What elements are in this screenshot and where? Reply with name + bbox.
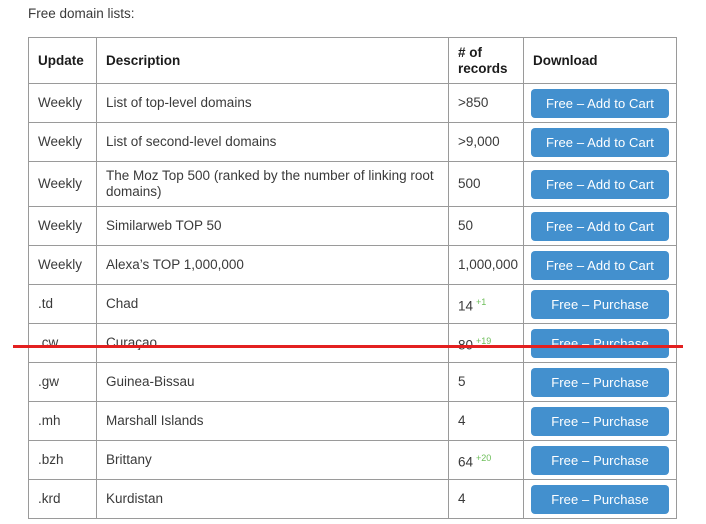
cell-records: 4 — [448, 479, 524, 519]
records-value: 1,000,000 — [458, 257, 519, 272]
cell-update: Weekly — [28, 122, 97, 162]
table-row: .td Chad 14 +1 Free – Purchase — [28, 284, 677, 324]
table-row: Weekly Alexa’s TOP 1,000,000 1,000,000 Free… — [28, 245, 677, 285]
records-value: 5 — [458, 374, 466, 389]
cell-records: 5 — [448, 362, 524, 402]
cell-download: Free – Add to Cart — [523, 206, 677, 246]
cell-records: >9,000 — [448, 122, 524, 162]
cell-description: Kurdistan — [96, 479, 449, 519]
column-header-update: Update — [28, 37, 97, 84]
download-button[interactable]: Free – Purchase — [531, 445, 669, 475]
records-value: 64 — [458, 454, 474, 470]
table-row: .cwCuraçao80+19Free – Purchase — [28, 323, 677, 363]
column-header-description: Description — [96, 37, 449, 84]
table-row: Weekly Similarweb TOP 50 50 Free – Add to C… — [28, 206, 677, 246]
cell-records: 500 — [448, 161, 524, 207]
cell-description: Guinea-Bissau — [96, 362, 449, 402]
cell-records: 14 +1 — [448, 284, 524, 324]
records-delta-badge: +20 — [476, 452, 492, 463]
cell-records: 64 +20 — [448, 440, 524, 480]
cell-description: Brittany — [96, 440, 449, 480]
cell-update: .td — [28, 284, 97, 324]
cell-description: The Moz Top 500 (ranked by the number of… — [96, 161, 449, 207]
download-button[interactable]: Free – Add to Cart — [531, 127, 669, 157]
cell-update: Weekly — [28, 161, 97, 207]
table-row: .krd Kurdistan 4 Free – Purchase — [28, 479, 677, 519]
records-value: >850 — [458, 95, 489, 110]
table-row: Weekly List of top-level domains >850 Free … — [28, 83, 677, 123]
table-header: Update Description # of records Download — [28, 37, 677, 84]
column-header-download: Download — [523, 37, 677, 84]
download-button[interactable]: Free – Add to Cart — [531, 211, 669, 241]
cell-description: List of top-level domains — [96, 83, 449, 123]
download-button[interactable]: Free – Purchase — [531, 367, 669, 397]
cell-update: Weekly — [28, 206, 97, 246]
table-row: .bzh Brittany 64 +20 Free – Purchase — [28, 440, 677, 480]
cell-description: List of second-level domains — [96, 122, 449, 162]
records-delta-badge: +1 — [476, 296, 487, 307]
cell-download: Free – Purchase — [523, 440, 677, 480]
cell-description: Alexa’s TOP 1,000,000 — [96, 245, 449, 285]
cell-download: Free – Add to Cart — [523, 161, 677, 207]
cell-records: 50 — [448, 206, 524, 246]
cell-download: Free – Purchase — [523, 401, 677, 441]
download-button[interactable]: Free – Add to Cart — [531, 169, 669, 199]
download-button[interactable]: Free – Add to Cart — [531, 250, 669, 280]
download-button[interactable]: Free – Purchase — [531, 406, 669, 436]
table-row: .mh Marshall Islands 4 Free – Purchase — [28, 401, 677, 441]
cell-records: 80+19 — [448, 323, 524, 363]
cell-update: .mh — [28, 401, 97, 441]
cell-description: Marshall Islands — [96, 401, 449, 441]
cell-update: .cw — [28, 323, 97, 363]
cell-download: Free – Add to Cart — [523, 245, 677, 285]
records-value: 4 — [458, 413, 466, 428]
cell-download: Free – Purchase — [523, 362, 677, 402]
cell-update: .krd — [28, 479, 97, 519]
cell-description: Curaçao — [96, 323, 449, 363]
page-container: Free domain lists: Update Description # … — [0, 0, 706, 524]
table-body: Weekly List of top-level domains >850 Free … — [28, 83, 677, 519]
cell-records: >850 — [448, 83, 524, 123]
records-value: 4 — [458, 491, 466, 506]
table-row: .gw Guinea-Bissau 5 Free – Purchase — [28, 362, 677, 402]
download-button[interactable]: Free – Purchase — [531, 484, 669, 514]
cell-update: Weekly — [28, 245, 97, 285]
cell-update: Weekly — [28, 83, 97, 123]
cell-update: .gw — [28, 362, 97, 402]
records-value: >9,000 — [458, 134, 500, 149]
cell-description: Similarweb TOP 50 — [96, 206, 449, 246]
intro-label: Free domain lists: — [28, 6, 135, 21]
cell-update: .bzh — [28, 440, 97, 480]
table-row: Weekly The Moz Top 500 (ranked by the num… — [28, 161, 677, 207]
table-row: Weekly List of second-level domains >9,000… — [28, 122, 677, 162]
cell-records: 1,000,000 — [448, 245, 524, 285]
cell-download: Free – Purchase — [523, 479, 677, 519]
cell-description: Chad — [96, 284, 449, 324]
records-value: 50 — [458, 218, 474, 233]
download-button[interactable]: Free – Purchase — [531, 289, 669, 319]
download-button[interactable]: Free – Add to Cart — [531, 88, 669, 118]
cell-download: Free – Add to Cart — [523, 122, 677, 162]
table-header-row: Update Description # of records Download — [28, 37, 677, 84]
records-value: 500 — [458, 176, 481, 191]
cell-download: Free – Add to Cart — [523, 83, 677, 123]
records-value: 14 — [458, 298, 474, 314]
red-annotation-line — [13, 345, 683, 348]
cell-records: 4 — [448, 401, 524, 441]
download-button[interactable]: Free – Purchase — [531, 328, 669, 358]
free-domain-lists-table: Update Description # of records Download… — [28, 37, 677, 519]
cell-download: Free – Purchase — [523, 323, 677, 363]
cell-download: Free – Purchase — [523, 284, 677, 324]
column-header-records: # of records — [448, 37, 524, 84]
